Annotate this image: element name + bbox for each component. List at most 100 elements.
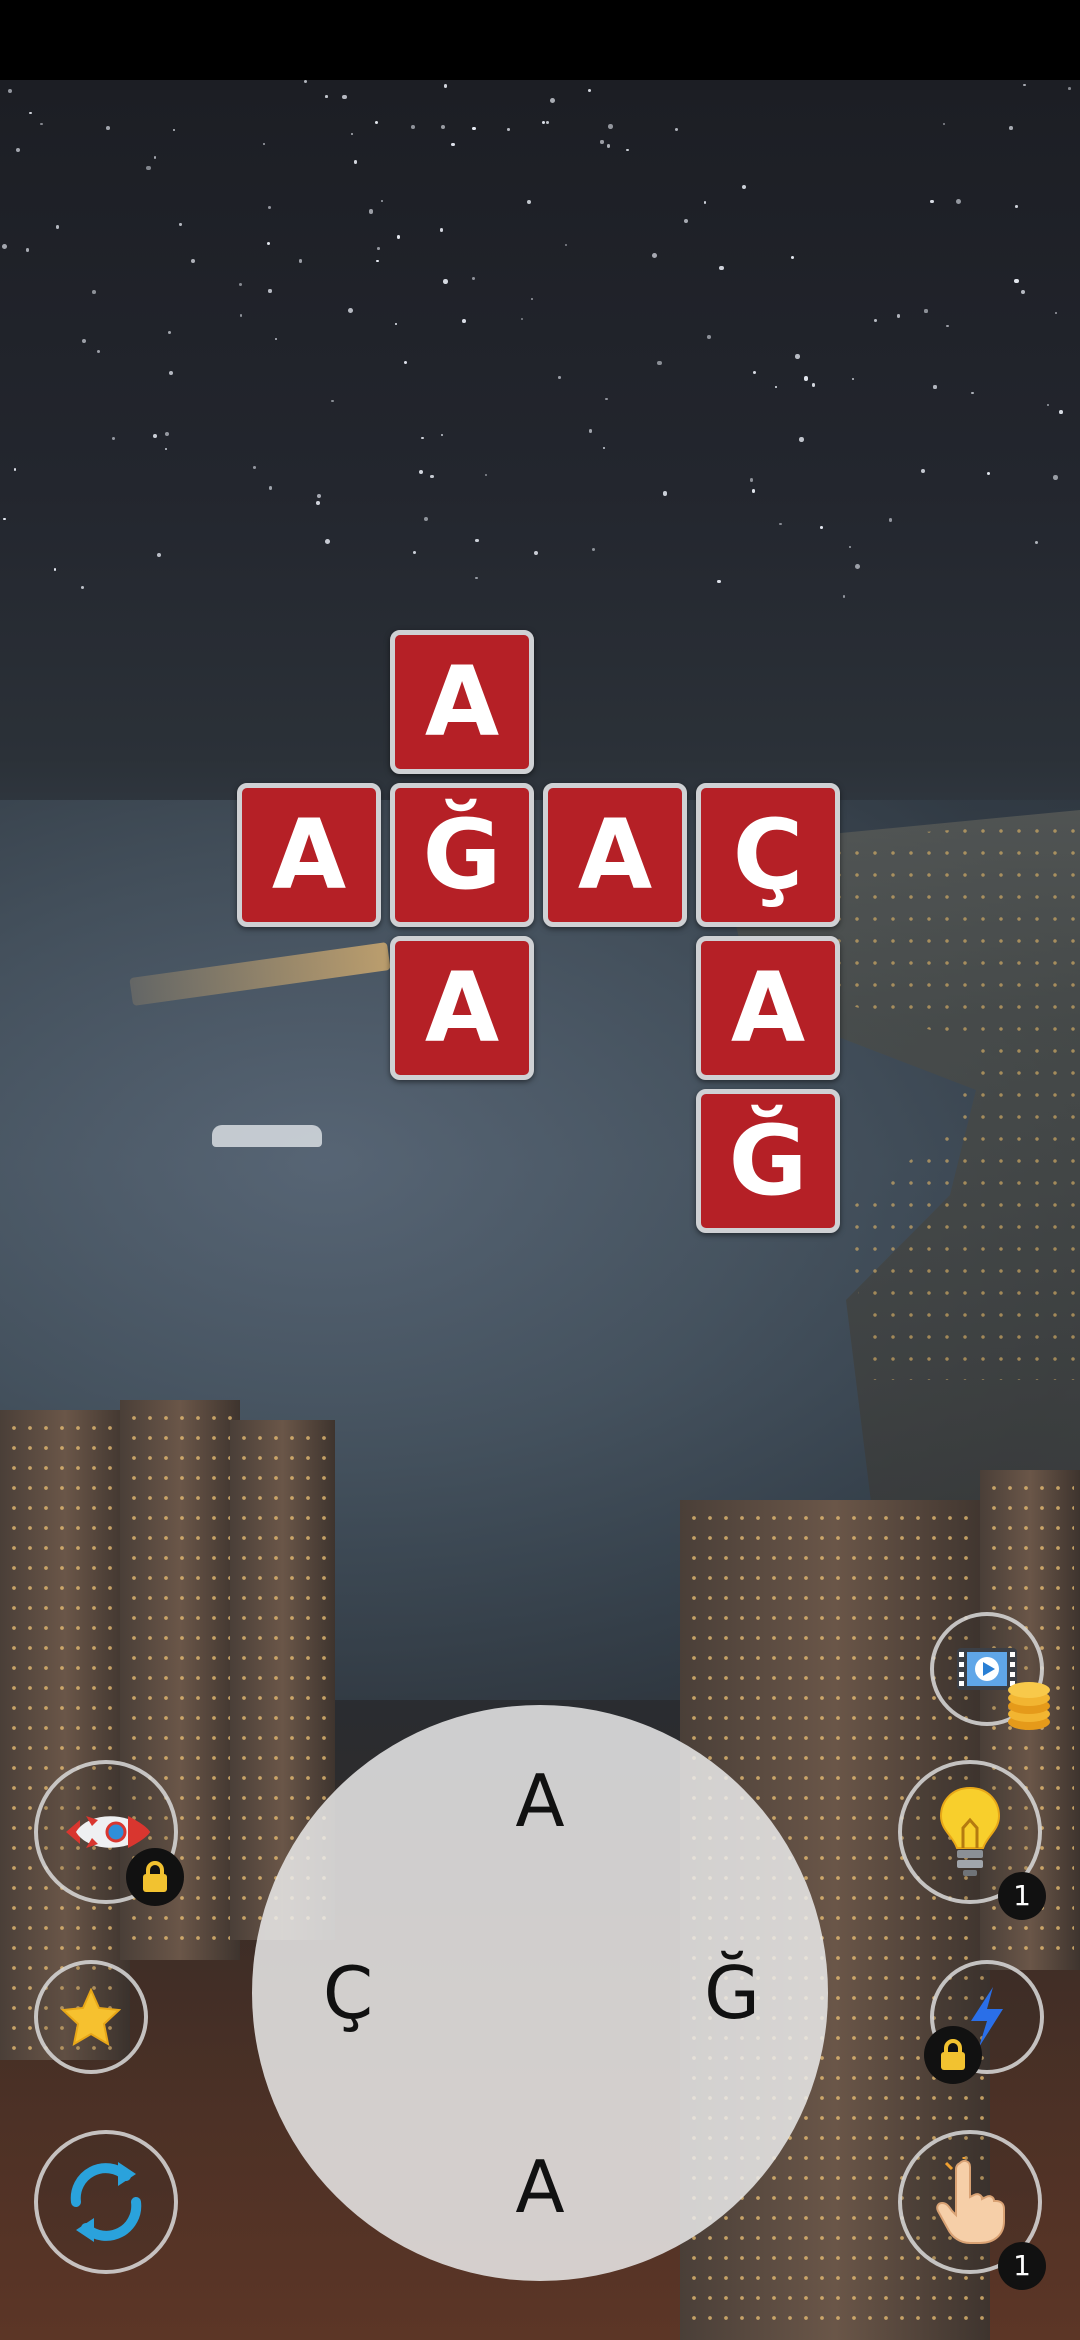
star-dot [942,123,945,126]
rocket-button[interactable] [34,1760,184,1906]
crossword-tile: A [237,783,381,927]
star-dot [626,148,630,152]
video-coins-button[interactable] [930,1612,1050,1730]
star-dot [165,447,168,450]
star-dot [268,486,273,490]
star-dot [795,354,800,359]
yacht [212,1125,322,1147]
star-dot [441,434,444,437]
star-dot [440,124,446,130]
wheel-letter-left[interactable]: Ç [298,1943,398,2043]
letter-wheel[interactable]: A Ç Ğ A [252,1705,828,2281]
star-dot [461,319,466,324]
star-dot [439,227,444,232]
star-dot [603,447,606,450]
star-dot [53,568,57,571]
wheel-letter-bottom[interactable]: A [490,2137,590,2237]
star-dot [933,385,937,389]
star-dot [239,314,242,317]
star-dot [924,309,928,313]
finger-hint-button[interactable]: 1 [898,2130,1046,2290]
star-dot [3,517,6,521]
star-dot [541,120,546,125]
shuffle-icon [70,2162,142,2242]
star-dot [81,339,86,344]
star-dot [1046,403,1049,406]
star-dot [8,89,13,94]
shuffle-button[interactable] [34,2130,178,2274]
star-dot [1020,289,1026,295]
star-dot [29,111,33,115]
crossword-tile: A [390,630,534,774]
star-dot [472,126,476,131]
star-dot [888,518,893,523]
star-dot [683,219,689,224]
star-dot [112,437,116,441]
star-dot [1053,475,1058,480]
star-dot [521,318,524,321]
lightning-button[interactable] [924,1960,1044,2084]
star-dot [153,156,157,159]
hint-count-badge: 1 [998,1872,1046,1920]
star-dot [238,282,243,287]
star-dot [1015,204,1018,208]
star-dot [533,551,538,556]
star-dot [531,298,534,301]
star-dot [752,370,757,374]
hint-button[interactable]: 1 [898,1760,1046,1920]
crossword-tile: A [696,936,840,1080]
star-dot [331,400,334,403]
star-dot [1023,83,1027,87]
star-dot [374,121,378,125]
star-dot [526,199,531,204]
star-dot [946,324,949,328]
wheel-letter-right[interactable]: Ğ [682,1943,782,2043]
star-dot [96,350,100,354]
star-icon [61,1988,121,2046]
lock-icon [143,1861,167,1892]
star-dot [1009,126,1013,131]
coins-icon [1008,1682,1050,1730]
star-dot [719,265,724,271]
star-dot [854,563,860,569]
star-dot [717,579,721,583]
star-dot [411,125,415,130]
star-dot [485,473,488,476]
star-dot [106,125,111,130]
star-button[interactable] [34,1960,148,2074]
star-dot [587,88,592,93]
star-dot [475,538,479,543]
star-dot [274,338,277,341]
star-dot [1034,540,1039,545]
star-dot [267,242,271,246]
star-dot [303,80,307,84]
star-dot [600,140,604,144]
wheel-letter-top[interactable]: A [490,1751,590,1851]
star-dot [172,129,175,132]
lightbulb-icon [939,1786,1001,1876]
star-dot [1054,311,1058,315]
star-dot [1068,87,1072,91]
star-dot [779,522,782,525]
star-dot [403,360,407,365]
star-dot [662,490,668,496]
star-dot [25,248,30,252]
star-dot [811,383,816,387]
star-dot [558,376,562,379]
star-dot [920,468,926,474]
crossword-tile: A [390,936,534,1080]
star-dot [651,253,657,259]
star-dot [418,470,423,475]
star-dot [421,436,424,440]
star-dot [146,165,151,170]
star-dot [167,331,171,335]
crossword-tile: A [543,783,687,927]
star-dot [930,199,935,204]
star-dot [190,258,196,264]
star-dot [325,95,328,98]
star-dot [592,548,596,552]
crossword-tile: Ç [696,783,840,927]
status-bar [0,0,1080,80]
star-dot [316,501,320,505]
lock-badge [126,1848,184,1906]
